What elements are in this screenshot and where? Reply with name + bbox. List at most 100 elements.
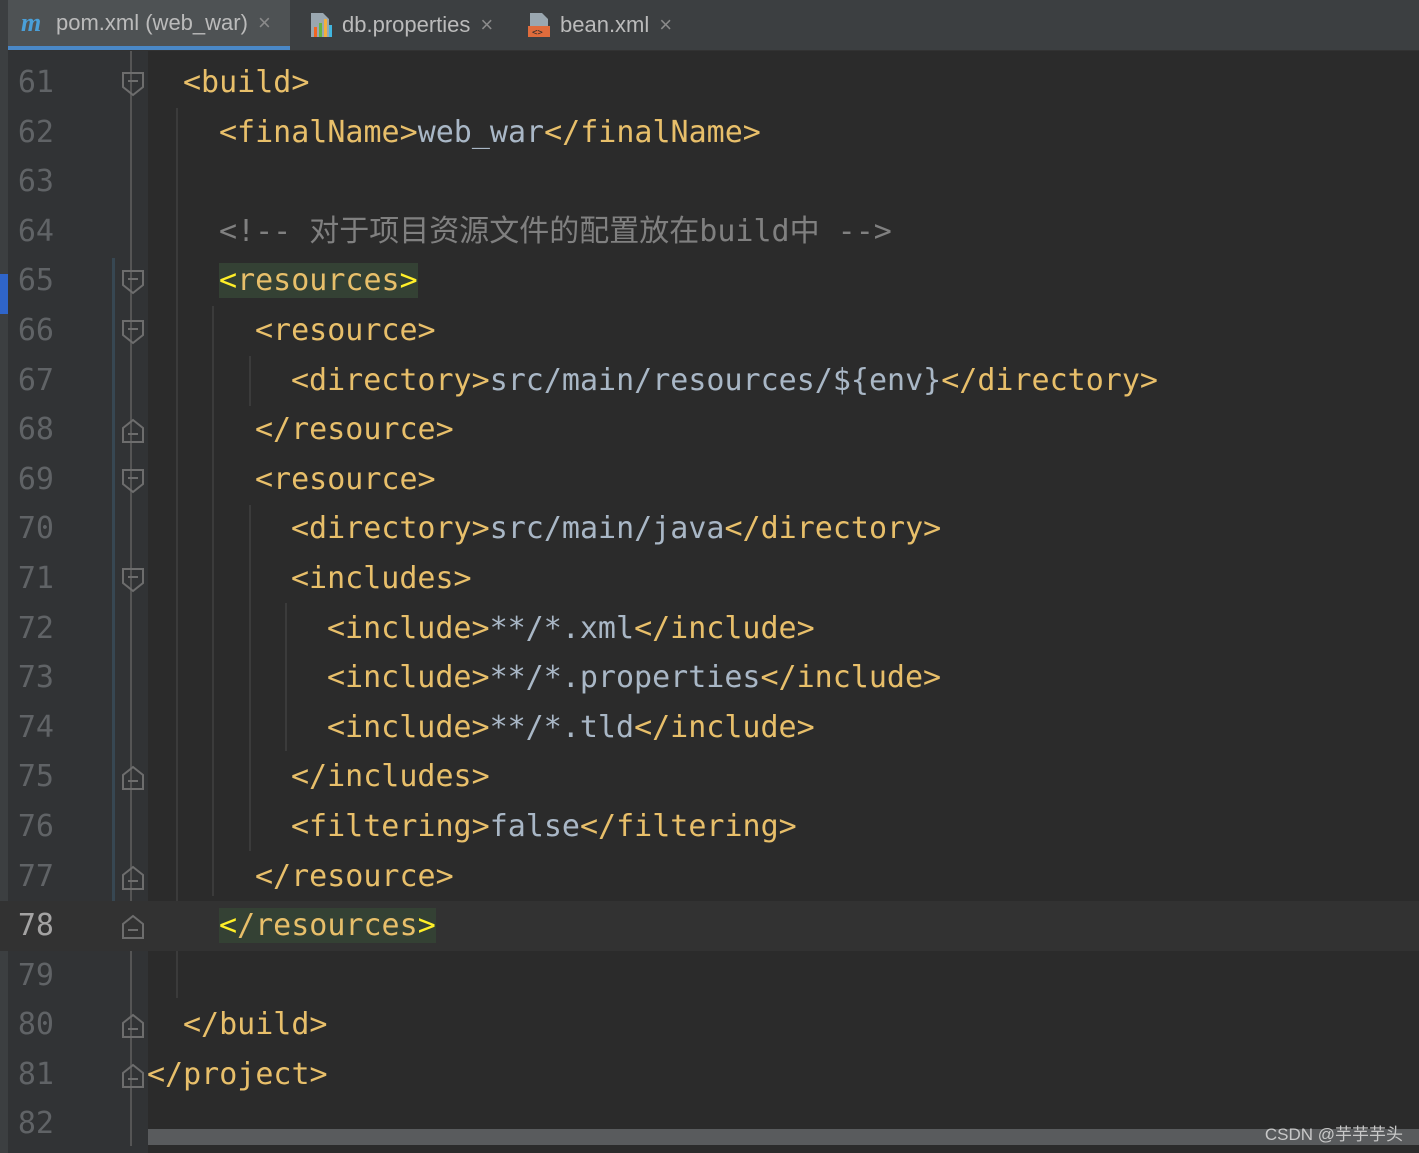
xml-tag: <directory> xyxy=(291,511,490,547)
code-text[interactable]: <includes> xyxy=(291,561,472,596)
code-text[interactable]: <directory>src/main/java</directory> xyxy=(291,512,941,546)
line-number[interactable]: 76 xyxy=(8,809,54,844)
fold-end-icon[interactable] xyxy=(120,1063,146,1089)
fold-end-icon[interactable] xyxy=(120,914,146,940)
code-text[interactable]: <resource> xyxy=(255,462,436,497)
line-number[interactable]: 71 xyxy=(8,561,54,596)
xml-tag: </build> xyxy=(183,1007,328,1043)
xml-text: **/*.tld xyxy=(489,709,635,745)
xml-tag: </project> xyxy=(147,1056,328,1092)
code-line[interactable]: 61 <build> xyxy=(0,58,1419,108)
line-number[interactable]: 66 xyxy=(8,313,54,348)
code-line[interactable]: 69 <resource> xyxy=(0,455,1419,505)
code-text[interactable]: </includes> xyxy=(291,760,490,794)
tab-label: bean.xml xyxy=(560,12,650,37)
code-line[interactable]: 77 </resource> xyxy=(0,852,1419,902)
properties-file-icon xyxy=(306,10,336,40)
line-number[interactable]: 72 xyxy=(8,611,54,646)
code-line[interactable]: 75 </includes> xyxy=(0,752,1419,802)
code-text[interactable]: <!-- 对于项目资源文件的配置放在build中 --> xyxy=(219,213,892,249)
code-line[interactable]: 67 <directory>src/main/resources/${env}</… xyxy=(0,356,1419,406)
line-number[interactable]: 77 xyxy=(8,859,54,894)
code-line[interactable]: 62 <finalName>web_war</finalName> xyxy=(0,108,1419,158)
code-text[interactable]: </resource> xyxy=(255,859,454,894)
line-number[interactable]: 70 xyxy=(8,512,54,546)
xml-comment: <!-- 对于项目资源文件的配置放在build中 --> xyxy=(219,213,892,249)
line-number[interactable]: 63 xyxy=(8,165,54,199)
code-line[interactable]: 64 <!-- 对于项目资源文件的配置放在build中 --> xyxy=(0,207,1419,257)
xml-tag: </directory> xyxy=(941,362,1158,398)
xml-tag: </directory> xyxy=(724,511,942,547)
code-line[interactable]: 66 <resource> xyxy=(0,306,1419,356)
code-line[interactable]: 63 xyxy=(0,157,1419,207)
fold-collapse-icon[interactable] xyxy=(120,71,146,97)
line-number[interactable]: 78 xyxy=(8,909,54,943)
line-number[interactable]: 75 xyxy=(8,760,54,794)
line-number[interactable]: 82 xyxy=(8,1107,54,1141)
code-text[interactable]: <finalName>web_war</finalName> xyxy=(219,114,761,150)
xml-tag: </filtering> xyxy=(580,808,797,844)
tab-label: pom.xml (web_war) xyxy=(56,10,248,35)
tab-pom-xml[interactable]: m pom.xml (web_war) × xyxy=(8,0,290,50)
xml-tag: <directory> xyxy=(291,362,490,398)
tab-db-properties[interactable]: db.properties × xyxy=(300,0,508,50)
horizontal-scrollbar[interactable] xyxy=(148,1129,1419,1145)
fold-collapse-icon[interactable] xyxy=(120,319,146,345)
line-number[interactable]: 64 xyxy=(8,214,54,249)
svg-text:m: m xyxy=(21,11,41,35)
code-text[interactable]: </resources> xyxy=(219,908,436,944)
xml-tag: <include> xyxy=(327,660,490,696)
code-text[interactable]: </build> xyxy=(183,1008,328,1042)
fold-end-icon[interactable] xyxy=(120,765,146,791)
line-number[interactable]: 65 xyxy=(8,264,54,298)
line-number[interactable]: 69 xyxy=(8,462,54,497)
xml-tag: </include> xyxy=(634,610,815,646)
close-icon[interactable]: × xyxy=(258,10,271,36)
code-text[interactable]: <build> xyxy=(183,66,309,100)
close-icon[interactable]: × xyxy=(480,12,493,38)
scrollbar-thumb[interactable] xyxy=(148,1129,1419,1145)
code-text[interactable]: <include>**/*.tld</include> xyxy=(327,709,815,745)
code-text[interactable]: </resource> xyxy=(255,413,454,447)
tab-bean-xml[interactable]: <> bean.xml × xyxy=(518,0,688,50)
code-line[interactable]: 80 </build> xyxy=(0,1000,1419,1050)
code-line[interactable]: 73 <include>**/*.properties</include> xyxy=(0,653,1419,703)
code-line[interactable]: 70 <directory>src/main/java</directory> xyxy=(0,504,1419,554)
code-line[interactable]: 74 <include>**/*.tld</include> xyxy=(0,703,1419,753)
line-number[interactable]: 67 xyxy=(8,363,54,398)
code-line[interactable]: 78 </resources> xyxy=(0,901,1419,951)
fold-collapse-icon[interactable] xyxy=(120,468,146,494)
code-line[interactable]: 79 xyxy=(0,951,1419,1001)
line-number[interactable]: 68 xyxy=(8,413,54,447)
line-number[interactable]: 62 xyxy=(8,115,54,150)
code-editor[interactable]: 61 <build> 62 <finalName>web_war</finalName… xyxy=(0,58,1419,1149)
fold-end-icon[interactable] xyxy=(120,418,146,444)
xml-text: web_war xyxy=(417,114,545,150)
xml-tag: <finalName> xyxy=(219,114,418,150)
line-number[interactable]: 61 xyxy=(8,66,54,100)
line-number[interactable]: 74 xyxy=(8,710,54,745)
code-line[interactable]: 65 <resources> xyxy=(0,256,1419,306)
fold-collapse-icon[interactable] xyxy=(120,269,146,295)
line-number[interactable]: 79 xyxy=(8,958,54,993)
fold-collapse-icon[interactable] xyxy=(120,567,146,593)
fold-end-icon[interactable] xyxy=(120,865,146,891)
code-line[interactable]: 76 <filtering>false</filtering> xyxy=(0,802,1419,852)
code-line[interactable]: 81 </project> xyxy=(0,1050,1419,1100)
code-text[interactable]: </project> xyxy=(147,1056,328,1092)
close-icon[interactable]: × xyxy=(659,12,672,38)
code-text[interactable]: <include>**/*.xml</include> xyxy=(327,610,815,646)
line-number[interactable]: 73 xyxy=(8,661,54,695)
fold-end-icon[interactable] xyxy=(120,1013,146,1039)
code-text[interactable]: <resource> xyxy=(255,313,436,348)
xml-tag: </include> xyxy=(760,660,942,696)
code-text[interactable]: <filtering>false</filtering> xyxy=(291,808,797,844)
code-text[interactable]: <include>**/*.properties</include> xyxy=(327,661,941,695)
line-number[interactable]: 81 xyxy=(8,1057,54,1092)
line-number[interactable]: 80 xyxy=(8,1008,54,1042)
code-text[interactable]: <resources> xyxy=(219,263,418,299)
code-text[interactable]: <directory>src/main/resources/${env}</di… xyxy=(291,362,1158,398)
code-line[interactable]: 71 <includes> xyxy=(0,554,1419,604)
code-line[interactable]: 68 </resource> xyxy=(0,405,1419,455)
code-line[interactable]: 72 <include>**/*.xml</include> xyxy=(0,604,1419,654)
